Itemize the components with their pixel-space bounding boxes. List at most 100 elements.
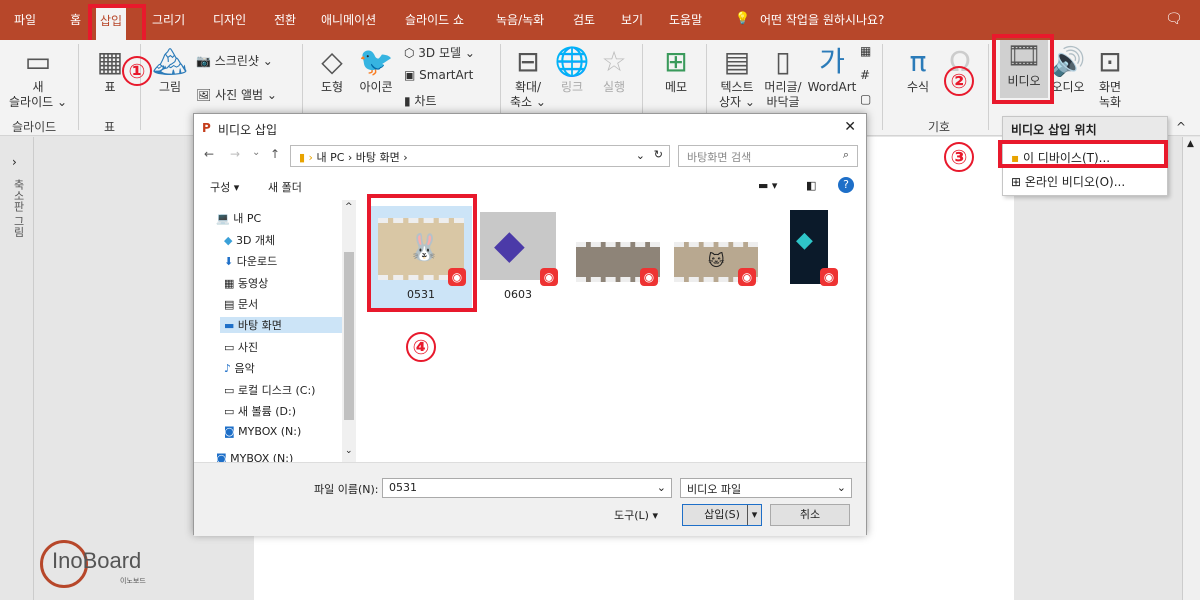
tab-review[interactable]: 검토	[573, 11, 595, 28]
smartart-button[interactable]: ▣ SmartArt	[404, 68, 473, 82]
computer-icon: 💻	[216, 212, 234, 225]
file-item[interactable]: 🐱 ◉	[672, 206, 762, 308]
equation-button[interactable]: π 수식	[898, 46, 938, 95]
scroll-up-icon[interactable]: ^	[345, 202, 353, 212]
tree-label: 내 PC	[233, 212, 262, 225]
screen-record-button[interactable]: ⊡ 화면 녹화	[1090, 46, 1130, 110]
tree-item-desktop[interactable]: ▬ 바탕 화면	[220, 317, 350, 333]
tree-scrollbar[interactable]: ^ ⌄	[342, 200, 356, 462]
comment-button[interactable]: ⊞ 메모	[652, 46, 700, 95]
action-button[interactable]: ☆ 실행	[594, 46, 634, 95]
link-button[interactable]: 🌐 링크	[552, 46, 592, 95]
link-label: 링크	[560, 80, 584, 94]
3d-model-button[interactable]: ⬡ 3D 모델 ⌄	[404, 44, 475, 61]
address-bar[interactable]: ▮ › 내 PC › 바탕 화면 › ⌄ ↻	[290, 145, 670, 167]
view-options-icon[interactable]: ▬ ▾	[758, 179, 777, 192]
textbox-button[interactable]: ▤ 텍스트 상자 ⌄	[714, 46, 760, 110]
cancel-button[interactable]: 취소	[770, 504, 850, 526]
header-footer-button[interactable]: ▯ 머리글/바닥글	[758, 46, 808, 110]
logo-subtext: 이노보드	[120, 577, 146, 585]
screen-record-label2: 녹화	[1098, 95, 1122, 109]
tree-item-videos[interactable]: ▦ 동영상	[224, 275, 268, 291]
group-separator	[78, 44, 79, 130]
organize-button[interactable]: 구성 ▾	[210, 179, 239, 195]
back-arrow-icon[interactable]: ←	[204, 147, 214, 161]
tree-item-volume-d[interactable]: ▭ 새 볼륨 (D:)	[224, 403, 296, 419]
refresh-icon[interactable]: ↻	[654, 148, 663, 161]
tab-record[interactable]: 녹음/녹화	[496, 11, 544, 28]
object-icon[interactable]: ▢	[860, 92, 871, 106]
comment-bubble-icon[interactable]: 🗨	[1165, 11, 1183, 27]
forward-arrow-icon[interactable]: →	[230, 147, 240, 161]
tree-item-pictures[interactable]: ▭ 사진	[224, 339, 258, 355]
wordart-button[interactable]: 가 WordArt	[806, 46, 858, 95]
zoom-button[interactable]: ⊟ 확대/축소 ⌄	[506, 46, 550, 110]
collapse-ribbon-icon[interactable]: ^	[1176, 120, 1186, 134]
new-slide-button[interactable]: ▭ 새 슬라이드 ⌄	[8, 46, 68, 110]
tree-label: MYBOX (N:)	[238, 425, 302, 438]
comment-label: 메모	[664, 80, 688, 94]
screenshot-button[interactable]: 📷 스크린샷 ⌄	[196, 52, 273, 69]
online-video-item[interactable]: ⊞ 온라인 비디오(O)...	[1011, 173, 1125, 190]
close-icon[interactable]: ✕	[844, 119, 856, 135]
split-dropdown-icon[interactable]: ▾	[747, 505, 761, 525]
insert-button[interactable]: 삽입(S) ▾	[682, 504, 762, 526]
tree-label: 동영상	[237, 277, 269, 290]
tab-home[interactable]: 홈	[70, 11, 81, 28]
new-folder-button[interactable]: 새 폴더	[268, 179, 302, 195]
chart-button[interactable]: ▮ 차트	[404, 92, 437, 109]
scroll-down-icon[interactable]: ⌄	[345, 446, 353, 456]
expand-chevron-icon[interactable]: ›	[12, 155, 17, 169]
recent-chevron-icon[interactable]: ⌄	[252, 147, 260, 158]
preview-pane-icon[interactable]: ◧	[806, 179, 816, 192]
tab-design[interactable]: 디자인	[213, 11, 246, 28]
file-item[interactable]: ◉	[574, 206, 664, 308]
breadcrumb-mypc[interactable]: 내 PC	[316, 151, 344, 164]
tab-transitions[interactable]: 전환	[274, 11, 296, 28]
picture-icon: ▭	[224, 341, 238, 354]
breadcrumb-desktop[interactable]: 바탕 화면	[356, 151, 400, 164]
photo-album-button[interactable]: 🖼 사진 앨범 ⌄	[196, 86, 277, 103]
up-arrow-icon[interactable]: ↑	[270, 147, 280, 161]
file-item[interactable]: ◆ ◉	[784, 206, 844, 308]
tab-help[interactable]: 도움말	[669, 11, 702, 28]
tab-draw[interactable]: 그리기	[152, 11, 185, 28]
tools-button[interactable]: 도구(L) ▾	[614, 507, 658, 523]
tree-item-3d[interactable]: ◆ 3D 개체	[224, 232, 275, 248]
tree-item-downloads[interactable]: ⬇ 다운로드	[224, 253, 277, 269]
tree-item-music[interactable]: ♪ 음악	[224, 360, 255, 376]
tab-view[interactable]: 보기	[621, 11, 643, 28]
tree-label: MYBOX (N:)	[230, 452, 294, 462]
date-time-icon[interactable]: ▦	[860, 44, 871, 58]
help-icon[interactable]: ?	[838, 177, 854, 193]
navigation-tree: 💻 내 PC ◆ 3D 개체 ⬇ 다운로드 ▦ 동영상 ▤ 문서 ▬ 바탕 화면…	[194, 200, 356, 462]
tree-item-local-disk[interactable]: ▭ 로컬 디스크 (C:)	[224, 382, 315, 398]
filename-input[interactable]: 0531 ⌄	[382, 478, 672, 498]
file-item[interactable]: ◆ ◉ 0603	[476, 206, 560, 308]
scroll-up-icon[interactable]: ▲	[1187, 139, 1194, 149]
picture-button[interactable]: 🏔 그림	[150, 46, 190, 95]
search-input[interactable]: 바탕화면 검색 ⌕	[678, 145, 858, 167]
icons-button[interactable]: 🐦 아이콘	[354, 46, 398, 95]
highlight-this-device	[998, 140, 1168, 168]
tree-item-documents[interactable]: ▤ 문서	[224, 296, 258, 312]
slide-number-icon[interactable]: #	[860, 68, 870, 82]
tell-me-search[interactable]: 어떤 작업을 원하시나요?	[760, 11, 884, 28]
tab-animations[interactable]: 애니메이션	[321, 11, 376, 28]
insert-label: 삽입(S)	[704, 508, 740, 521]
tab-slideshow[interactable]: 슬라이드 쇼	[405, 11, 464, 28]
vertical-scrollbar[interactable]: ▲	[1182, 137, 1200, 600]
scroll-thumb[interactable]	[344, 252, 354, 420]
filetype-select[interactable]: 비디오 파일 ⌄	[680, 478, 852, 498]
album-icon: 🖼	[196, 88, 216, 102]
filetype-value: 비디오 파일	[687, 483, 742, 496]
tree-item-mybox-2[interactable]: ◙ MYBOX (N:)	[216, 452, 293, 462]
thumbnail-pane: › 축소판 그림	[0, 137, 34, 600]
shapes-button[interactable]: ◇ 도형	[312, 46, 352, 95]
tree-item-mypc[interactable]: 💻 내 PC	[216, 210, 261, 226]
tree-label: 3D 개체	[235, 234, 276, 247]
audio-button[interactable]: 🔊 오디오	[1048, 46, 1088, 95]
tree-item-mybox[interactable]: ◙ MYBOX (N:)	[224, 425, 301, 438]
dropdown-chevron-icon[interactable]: ⌄	[636, 149, 645, 162]
tab-file[interactable]: 파일	[14, 11, 36, 28]
